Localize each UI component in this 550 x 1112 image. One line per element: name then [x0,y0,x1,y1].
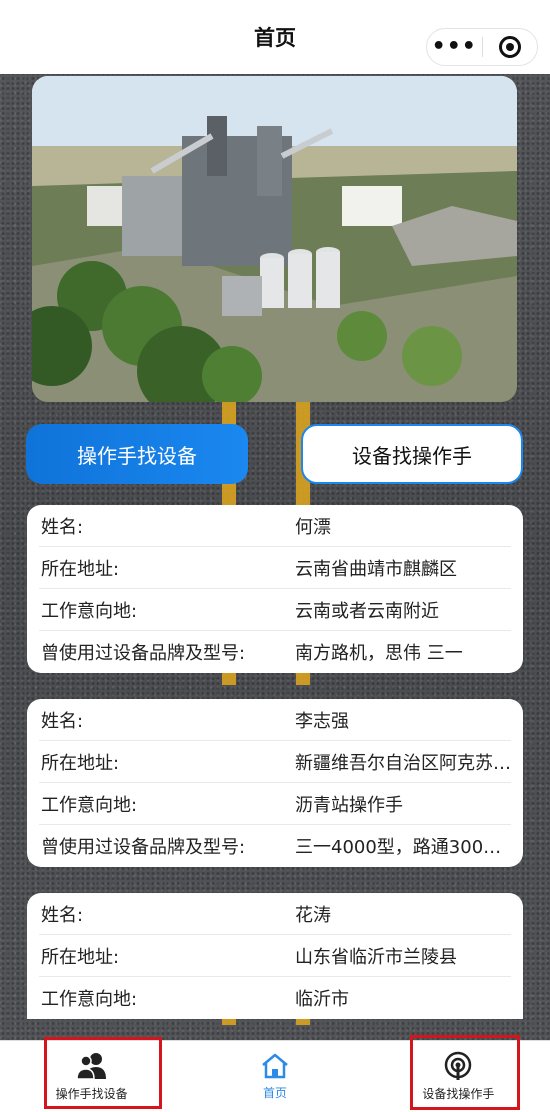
card-row-address: 所在地址: 山东省临沂市兰陵县 [39,935,511,977]
close-target-icon [498,36,521,58]
card-row-work-location: 工作意向地: 临沂市 [41,989,349,1010]
more-menu-button[interactable]: ••• [427,28,482,66]
tabbar-item-home[interactable]: 首页 [183,1041,366,1112]
card-row-address: 所在地址: 新疆维吾尔自治区阿克苏地区 [39,741,511,783]
card-row-name: 姓名: 花涛 [39,893,511,935]
card-row-work-location: 工作意向地: 沥青站操作手 [39,783,511,825]
card-row-equipment-brand: 曾使用过设备品牌及型号: 三一4000型，路通3000型 [41,837,511,858]
home-icon [262,1053,288,1079]
operator-card[interactable]: 姓名: 何漂 所在地址: 云南省曲靖市麒麟区 工作意向地: 云南或者云南附近 曾使用过… [27,505,523,673]
operator-card[interactable]: 姓名: 李志强 所在地址: 新疆维吾尔自治区阿克苏地区 工作意向地: 沥青站操作手 曾… [27,699,523,867]
operator-card[interactable]: 姓名: 花涛 所在地址: 山东省临沂市兰陵县 工作意向地: 临沂市 [27,893,523,1019]
tabbar-label: 首页 [262,1086,287,1100]
highlight-box [44,1037,162,1109]
nav-header: 首页 ••• [0,0,550,74]
card-row-address: 所在地址: 云南省曲靖市麒麟区 [39,547,511,589]
card-row-equipment-brand: 曾使用过设备品牌及型号: 南方路机，思伟 三一 [41,643,463,664]
banner-image [32,76,517,402]
card-row-work-location: 工作意向地: 云南或者云南附近 [39,589,511,631]
asphalt-plant-illustration [32,76,517,402]
tab-equipment-find-operator[interactable]: 设备找操作手 [301,424,523,484]
page-title: 首页 [254,26,296,50]
close-button[interactable] [482,36,537,58]
tab-operator-find-equipment[interactable]: 操作手找设备 [26,424,248,484]
mini-program-capsule: ••• [426,28,538,66]
card-row-name: 姓名: 李志强 [39,699,511,741]
highlight-box [410,1035,520,1110]
card-row-name: 姓名: 何漂 [39,505,511,547]
